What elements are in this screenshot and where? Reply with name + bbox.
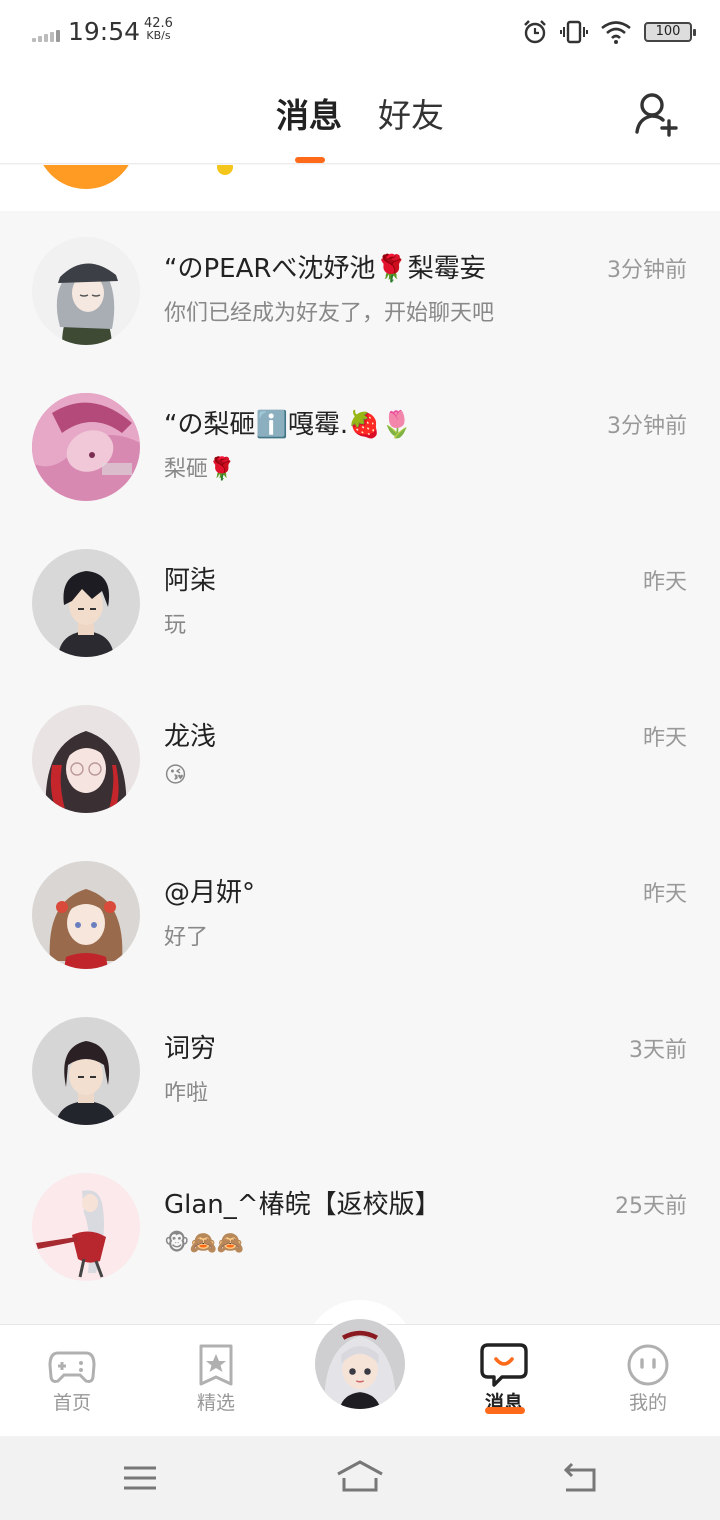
conversation-row[interactable]: Glan_^椿皖【返校版】 🐵🙈🙈 25天前	[0, 1149, 720, 1305]
message-preview: 好了	[164, 925, 209, 950]
message-preview: 咋啦	[164, 1081, 209, 1106]
message-time: 25天前	[615, 1194, 687, 1219]
conversation-row[interactable]: “の梨砸ℹ️嘎霉.🍓🌷 梨砸🌹 3分钟前	[0, 369, 720, 525]
conversation-row[interactable]: 词穷 咋啦 3天前	[0, 993, 720, 1149]
message-preview: 你们已经成为好友了，开始聊天吧	[164, 301, 495, 326]
nav-featured[interactable]: 精选	[161, 1325, 271, 1437]
message-time: 3分钟前	[607, 414, 687, 439]
conversation-row[interactable]: @月妍° 好了 昨天	[0, 837, 720, 993]
nav-label: 首页	[52, 1392, 91, 1414]
message-time: 3分钟前	[607, 258, 687, 283]
alarm-icon	[524, 20, 546, 44]
contact-name: “のPEARべ沈妤池🌹梨霉妄	[164, 254, 486, 284]
net-speed: 42.6 KB/s	[144, 17, 173, 42]
face-icon	[627, 1344, 669, 1386]
signal-icon	[32, 28, 60, 42]
gamepad-icon	[48, 1351, 96, 1383]
nav-active-indicator	[485, 1407, 525, 1414]
message-preview: 😘	[164, 763, 187, 788]
message-bubble-icon	[480, 1343, 528, 1387]
add-user-icon[interactable]	[632, 90, 680, 138]
home-icon[interactable]	[336, 1456, 384, 1500]
conversation-row[interactable]: 阿柒 玩 昨天	[0, 525, 720, 681]
status-time: 19:54	[68, 17, 141, 46]
nav-label: 我的	[628, 1392, 667, 1414]
banner-avatar	[36, 165, 136, 189]
contact-name: 词穷	[164, 1034, 217, 1064]
contact-name: 阿柒	[164, 566, 217, 596]
avatar	[32, 549, 140, 657]
conversation-list: “のPEARべ沈妤池🌹梨霉妄 你们已经成为好友了，开始聊天吧 3分钟前 “の梨砸…	[0, 213, 720, 1305]
message-preview: 玩	[164, 613, 187, 638]
tab-messages[interactable]: 消息	[276, 94, 342, 138]
avatar	[32, 237, 140, 345]
message-time: 昨天	[642, 570, 687, 595]
tab-indicator	[295, 157, 325, 163]
wifi-icon	[601, 21, 631, 44]
conversation-row[interactable]: “のPEARべ沈妤池🌹梨霉妄 你们已经成为好友了，开始聊天吧 3分钟前	[0, 213, 720, 369]
battery-icon: 100	[644, 22, 696, 42]
conversation-row[interactable]: 龙浅 😘 昨天	[0, 681, 720, 837]
avatar	[32, 393, 140, 501]
avatar	[32, 1173, 140, 1281]
message-time: 昨天	[642, 882, 687, 907]
header: 消息 好友	[0, 64, 720, 164]
contact-name: 龙浅	[164, 722, 217, 752]
contact-name: Glan_^椿皖【返校版】	[164, 1190, 441, 1220]
vibrate-icon	[560, 20, 588, 44]
contact-name: @月妍°	[164, 878, 256, 908]
banner-dot	[217, 165, 233, 175]
center-avatar-button[interactable]	[312, 1316, 408, 1412]
menu-icon[interactable]	[116, 1456, 164, 1500]
message-preview: 梨砸🌹	[164, 457, 236, 482]
message-preview: 🐵🙈🙈	[164, 1231, 245, 1256]
message-time: 3天前	[629, 1038, 687, 1063]
nav-messages[interactable]: 消息	[449, 1325, 559, 1437]
nav-home[interactable]: 首页	[17, 1325, 127, 1437]
system-nav-bar	[0, 1436, 720, 1520]
net-speed-unit: KB/s	[146, 29, 171, 42]
tab-friends[interactable]: 好友	[378, 94, 444, 138]
collapsed-banner	[0, 165, 720, 211]
nav-profile[interactable]: 我的	[593, 1325, 703, 1437]
star-bookmark-icon	[199, 1344, 233, 1386]
message-time: 昨天	[642, 726, 687, 751]
status-icons: 100	[522, 16, 696, 48]
avatar	[32, 861, 140, 969]
avatar	[32, 705, 140, 813]
avatar	[32, 1017, 140, 1125]
contact-name: “の梨砸ℹ️嘎霉.🍓🌷	[164, 410, 413, 440]
nav-label: 精选	[196, 1392, 235, 1414]
status-bar: 19:54 42.6 KB/s 100	[0, 0, 720, 64]
back-icon[interactable]	[556, 1456, 604, 1500]
